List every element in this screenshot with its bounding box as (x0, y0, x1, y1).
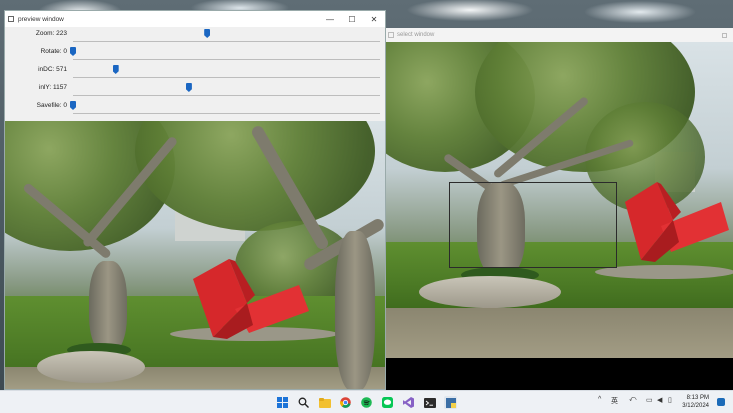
trackbar-label: Zoom: 223 (35, 30, 67, 37)
trackbar-thumb[interactable] (204, 29, 211, 38)
network-icon[interactable]: ▭ (646, 396, 653, 404)
select-window-image[interactable] (385, 42, 733, 358)
input-mode-icon[interactable]: ⤺ (629, 396, 636, 404)
trackbar-rail[interactable] (73, 59, 380, 60)
clock-date: 3/12/2024 (682, 403, 709, 409)
windows-start-icon[interactable] (276, 396, 289, 409)
taskbar: ^ 英 ⤺ ▭ ◀ ▯ 8:13 PM 3/12/2024 (0, 390, 733, 413)
notification-bell-icon[interactable] (717, 398, 725, 406)
trackbar-rail[interactable] (73, 95, 380, 96)
trackbar-thumb[interactable] (112, 65, 119, 74)
battery-icon[interactable]: ▯ (668, 396, 672, 404)
trackbar-rail[interactable] (73, 77, 380, 78)
selection-rectangle[interactable] (449, 182, 617, 268)
visual-studio-icon[interactable] (402, 396, 415, 409)
volume-icon[interactable]: ◀ (657, 396, 662, 404)
savefile-trackbar: Savefile: 0 (5, 100, 385, 118)
select-window[interactable]: select window (385, 28, 733, 390)
preview-window-titlebar[interactable]: preview window — ☐ ✕ (5, 11, 385, 27)
trackbar-label: inlY: 1157 (38, 84, 67, 91)
select-window-titlebar[interactable]: select window (385, 28, 733, 42)
trackbar-label: Savefile: 0 (36, 102, 67, 109)
chrome-icon[interactable] (339, 396, 352, 409)
app-icon (8, 16, 14, 22)
search-icon[interactable] (297, 396, 310, 409)
red-sculpture (625, 182, 729, 262)
select-window-title: select window (397, 32, 435, 38)
app-icon (388, 32, 394, 38)
minimize-button[interactable]: — (319, 15, 341, 24)
terminal-icon[interactable] (423, 396, 436, 409)
trackbar-thumb[interactable] (70, 47, 76, 56)
input-language[interactable]: 英 (611, 396, 618, 406)
rotate-trackbar: Rotate: 0 (5, 46, 385, 64)
red-sculpture (193, 259, 309, 339)
trackbar-thumb[interactable] (70, 101, 76, 110)
preview-window[interactable]: preview window — ☐ ✕ Zoom: 223 Rotate: 0… (4, 10, 386, 390)
inly-trackbar: inlY: 1157 (5, 82, 385, 100)
close-button[interactable]: ✕ (363, 15, 385, 24)
maximize-button[interactable]: ☐ (341, 15, 363, 24)
python-app-icon[interactable] (444, 396, 457, 409)
trackbar-label: Rotate: 0 (40, 48, 67, 55)
trackbar-panel: Zoom: 223 Rotate: 0 inDC: 571 inlY: 1157… (5, 27, 385, 121)
clock-time: 8:13 PM (686, 395, 709, 401)
line-icon[interactable] (381, 396, 394, 409)
chevron-up-icon[interactable]: ^ (598, 396, 601, 403)
trackbar-thumb[interactable] (185, 83, 192, 92)
zoom-trackbar: Zoom: 223 (5, 28, 385, 46)
file-explorer-icon[interactable] (318, 396, 331, 409)
preview-window-title: preview window (18, 15, 64, 23)
indc-trackbar: inDC: 571 (5, 64, 385, 82)
trackbar-label: inDC: 571 (38, 66, 67, 73)
preview-image (5, 121, 385, 389)
trackbar-rail[interactable] (73, 41, 380, 42)
spotify-icon[interactable] (360, 396, 373, 409)
trackbar-rail[interactable] (73, 113, 380, 114)
system-clock[interactable]: 8:13 PM 3/12/2024 (682, 394, 709, 410)
maximize-icon[interactable] (722, 32, 727, 38)
